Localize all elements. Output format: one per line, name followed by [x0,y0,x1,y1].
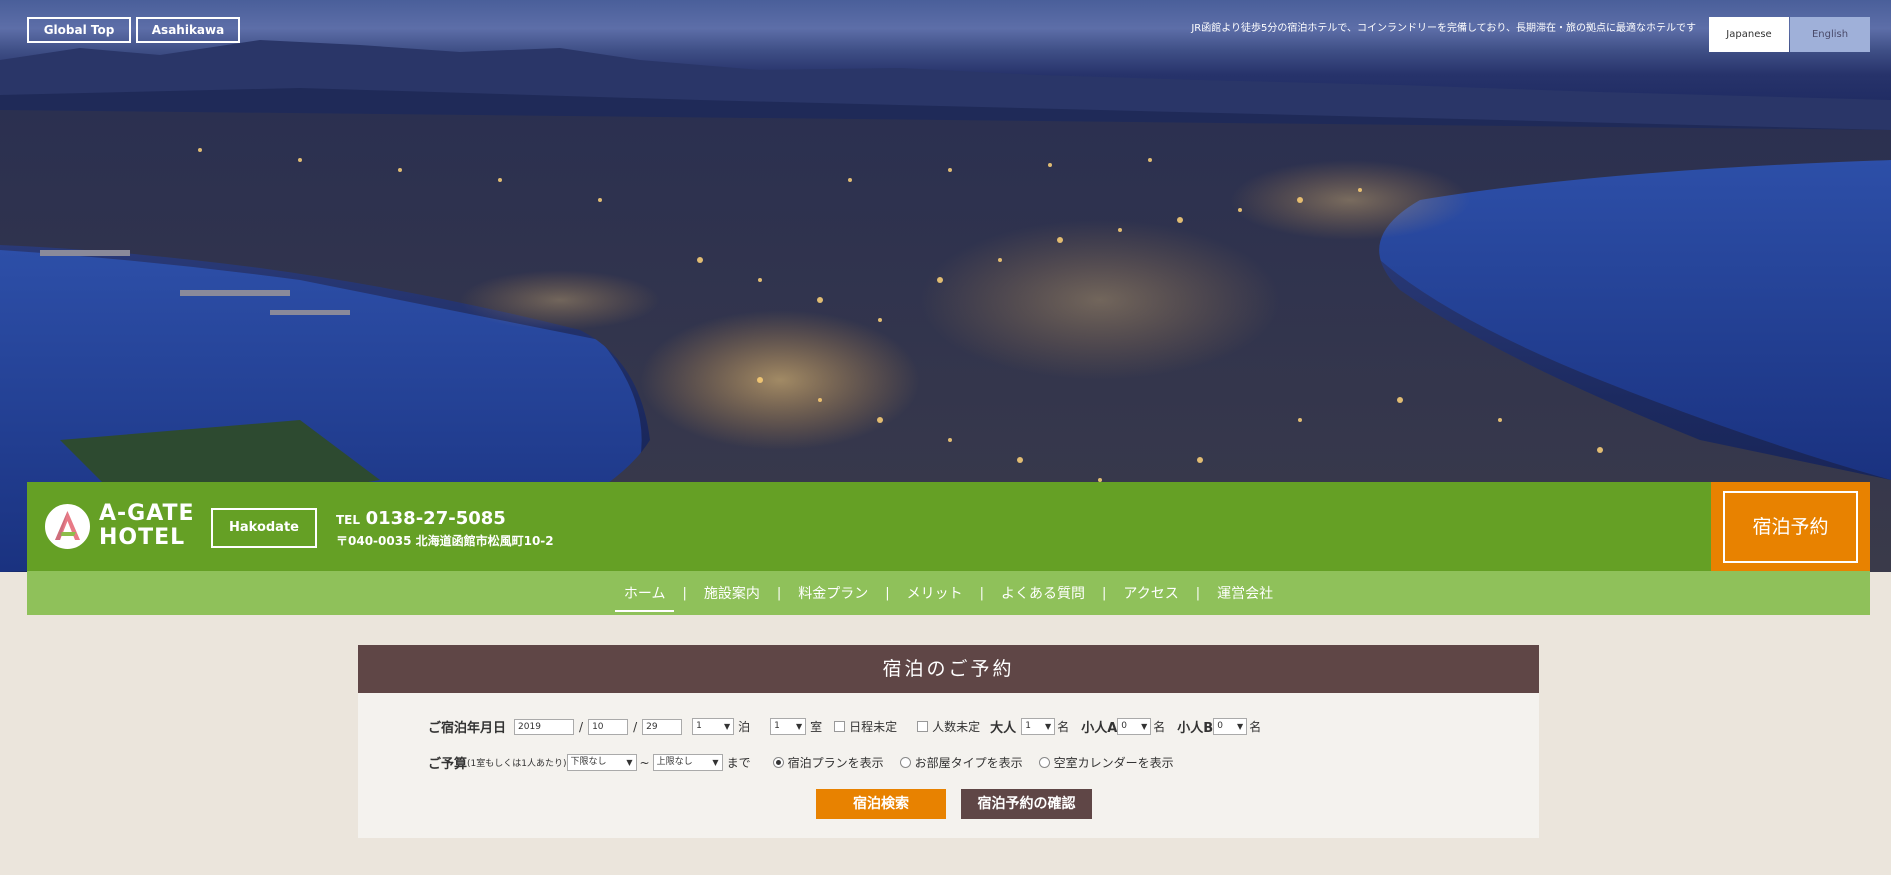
date-slash: / [633,719,638,734]
budget-until: まで [726,756,751,770]
booking-title: 宿泊のご予約 [358,645,1539,693]
hotel-logo-icon[interactable] [45,504,90,549]
booking-panel: 宿泊のご予約 ご宿泊年月日 2019 / 10 / 29 1 ▼ 泊 1 ▼ 室 日… [358,645,1539,838]
budget-min-value: 下限なし [570,757,607,767]
child-a-value: 0 [1121,721,1127,731]
date-slash: / [579,719,584,734]
date-undecided-checkbox[interactable] [834,721,846,732]
view-room-radio[interactable] [899,757,911,768]
budget-min-select[interactable]: 下限なし ▼ [566,754,637,771]
people-undecided-label: 人数未定 [932,720,981,734]
nights-value: 1 [696,721,702,731]
reserve-button[interactable]: 宿泊予約 [1723,491,1858,563]
nav-separator: | [1102,585,1107,601]
child-b-unit: 名 [1249,720,1262,734]
global-top-link[interactable]: Global Top [27,17,131,43]
reserve-box: 宿泊予約 [1711,482,1870,571]
adult-value: 1 [1025,721,1031,731]
date-label: ご宿泊年月日 [428,721,507,736]
date-undecided-label: 日程未定 [849,720,898,734]
language-english-button[interactable]: English [1790,17,1870,52]
child-a-label: 小人A [1081,721,1118,736]
booking-row-date: ご宿泊年月日 2019 / 10 / 29 1 ▼ 泊 1 ▼ 室 日程未定 人数未… [428,717,1261,736]
nav-item-faq[interactable]: よくある質問 [992,583,1094,603]
view-calendar-radio[interactable] [1038,757,1050,768]
view-plan-label: 宿泊プランを表示 [787,756,884,770]
hotel-header-bar: A-GATE HOTEL Hakodate TEL 0138-27-5085 〒… [27,482,1711,571]
nights-select[interactable]: 1 ▼ [692,718,735,735]
people-undecided-checkbox[interactable] [917,721,929,732]
branch-hakodate-badge: Hakodate [211,508,317,548]
tel-label: TEL [336,513,361,527]
hotel-logo-text[interactable]: A-GATE HOTEL [99,502,195,550]
year-input[interactable]: 2019 [514,718,575,735]
view-calendar-label: 空室カレンダーを表示 [1053,756,1174,770]
logo-line-2: HOTEL [99,525,186,550]
adult-label: 大人 [990,721,1017,736]
child-a-select[interactable]: 0 ▼ [1117,718,1152,735]
tel-number: 0138-27-5085 [365,508,506,529]
nav-separator: | [979,585,985,601]
nav-item-company[interactable]: 運営会社 [1208,583,1282,603]
day-input[interactable]: 29 [642,718,683,735]
chevron-down-icon: ▼ [1237,722,1244,731]
chevron-down-icon: ▼ [1045,722,1052,731]
budget-note: (1室もしくは1人あたり) [467,759,567,769]
nav-item-facilities[interactable]: 施設案内 [695,583,769,603]
child-b-label: 小人B [1177,721,1214,736]
main-nav: ホーム | 施設案内 | 料金プラン | メリット | よくある質問 | アクセ… [27,571,1870,615]
chevron-down-icon: ▼ [795,722,803,731]
adult-select[interactable]: 1 ▼ [1021,718,1056,735]
logo-line-1: A-GATE [99,501,195,526]
chevron-down-icon: ▼ [626,758,633,767]
nav-item-home[interactable]: ホーム [614,583,675,612]
hotel-tagline: JR函館より徒歩5分の宿泊ホテルで、コインランドリーを完備しており、長期滞在・旅… [1191,23,1696,34]
nights-unit: 泊 [738,720,751,734]
booking-row-budget: ご予算 (1室もしくは1人あたり) 下限なし ▼ ~ 上限なし ▼ まで 宿泊プラン… [428,753,1174,772]
telephone: TEL 0138-27-5085 [336,508,506,529]
rooms-select[interactable]: 1 ▼ [770,718,807,735]
nav-separator: | [885,585,890,601]
budget-label: ご予算 [428,757,468,772]
language-japanese-button[interactable]: Japanese [1709,17,1789,52]
rooms-unit: 室 [810,720,823,734]
chevron-down-icon: ▼ [712,758,719,767]
adult-unit: 名 [1057,720,1070,734]
child-a-unit: 名 [1153,720,1166,734]
confirm-reservation-button[interactable]: 宿泊予約の確認 [961,789,1092,819]
child-b-select[interactable]: 0 ▼ [1213,718,1248,735]
search-button[interactable]: 宿泊検索 [816,789,946,819]
nav-separator: | [682,585,687,601]
nav-item-merits[interactable]: メリット [898,583,972,603]
chevron-down-icon: ▼ [723,722,731,731]
budget-max-value: 上限なし [656,757,693,767]
budget-max-select[interactable]: 上限なし ▼ [652,754,723,771]
view-room-label: お部屋タイプを表示 [914,756,1023,770]
asahikawa-link[interactable]: Asahikawa [136,17,240,43]
nav-separator: | [776,585,782,601]
budget-dash: ~ [639,755,650,770]
hotel-address: 〒040-0035 北海道函館市松風町10-2 [336,534,554,548]
child-b-value: 0 [1217,721,1223,731]
chevron-down-icon: ▼ [1141,722,1148,731]
nav-item-access[interactable]: アクセス [1114,583,1187,603]
rooms-value: 1 [774,721,780,731]
month-input[interactable]: 10 [588,718,629,735]
view-plan-radio[interactable] [772,757,784,768]
nav-separator: | [1195,585,1201,601]
nav-item-pricing[interactable]: 料金プラン [789,583,877,603]
